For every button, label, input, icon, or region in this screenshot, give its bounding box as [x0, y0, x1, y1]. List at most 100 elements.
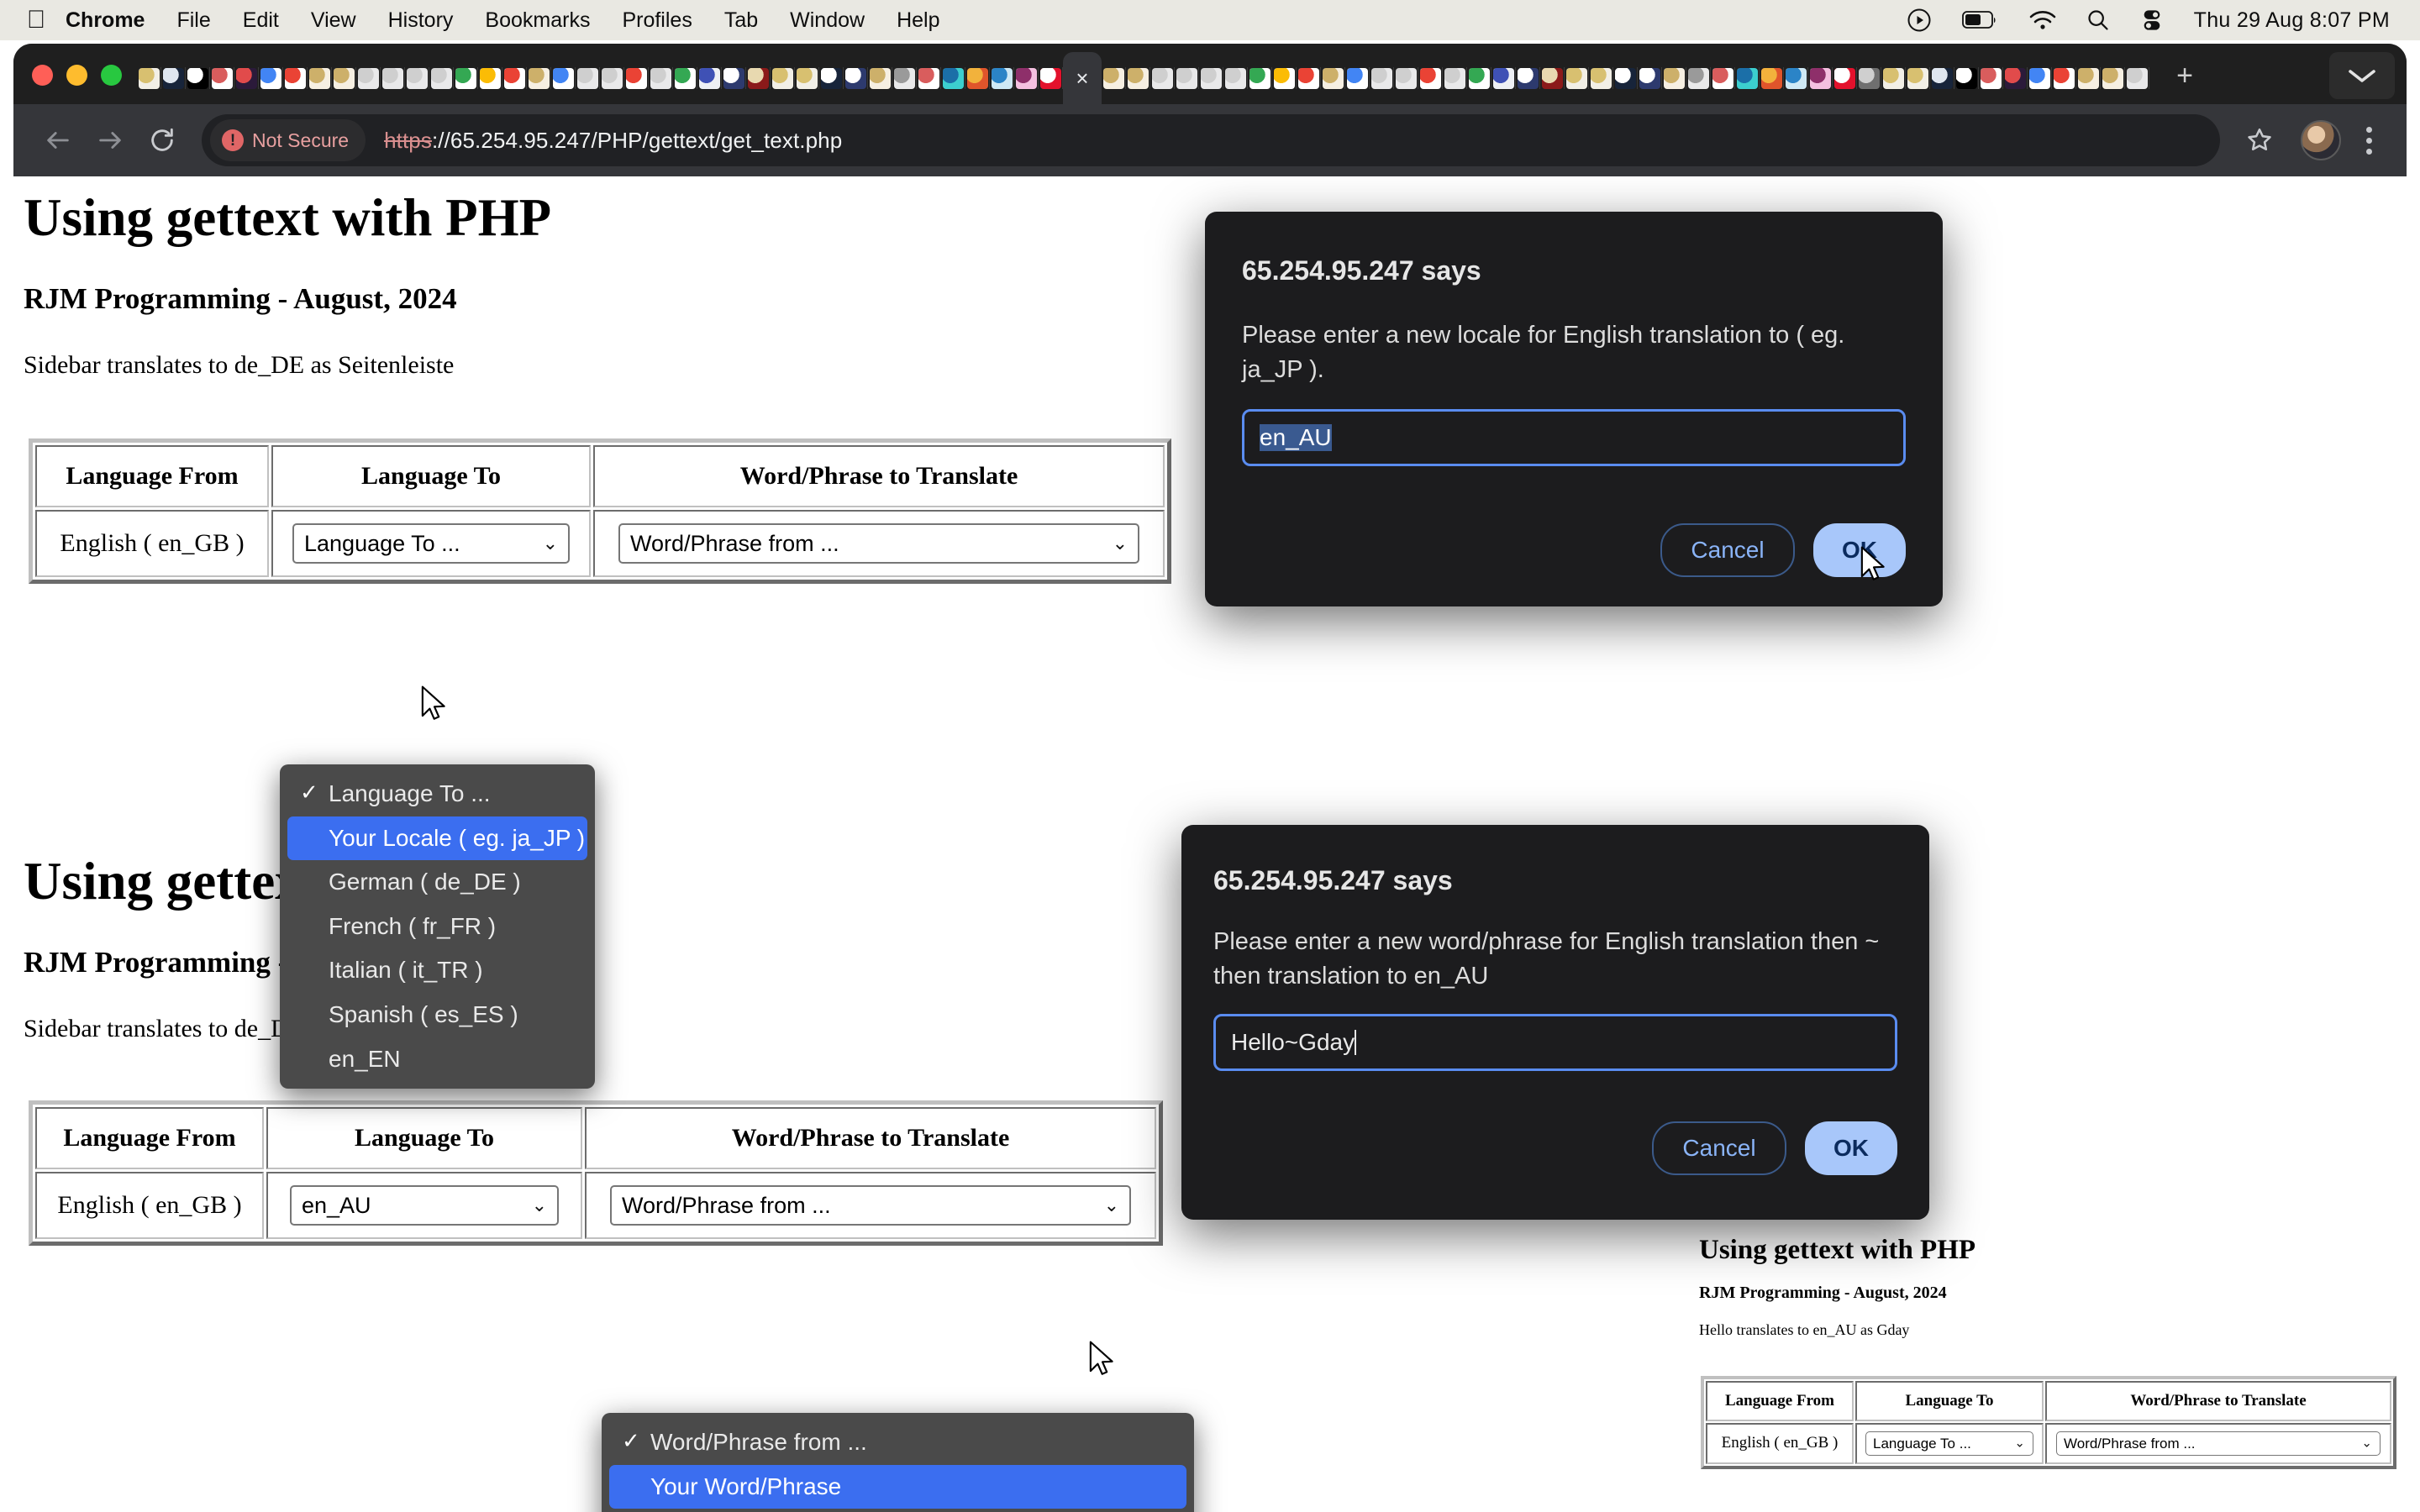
tab[interactable] — [1272, 52, 1297, 104]
new-tab-button[interactable]: + — [2161, 52, 2208, 99]
tab[interactable] — [502, 52, 527, 104]
menu-item-file[interactable]: File — [176, 8, 210, 33]
tab[interactable] — [1540, 52, 1565, 104]
tab[interactable] — [1833, 52, 1857, 104]
tab[interactable] — [2052, 52, 2076, 104]
dropdown-option[interactable]: en_EN — [280, 1037, 595, 1082]
tab[interactable] — [771, 52, 795, 104]
tab[interactable] — [1930, 52, 1954, 104]
avatar[interactable] — [2301, 120, 2341, 160]
tab[interactable] — [283, 52, 308, 104]
tab[interactable] — [356, 52, 381, 104]
tab[interactable] — [1979, 52, 2003, 104]
tab[interactable] — [1297, 52, 1321, 104]
tab[interactable] — [649, 52, 673, 104]
dropdown-option[interactable]: Spanish ( es_ES ) — [280, 993, 595, 1037]
tab[interactable] — [137, 52, 161, 104]
tab[interactable] — [868, 52, 892, 104]
menu-item-profiles[interactable]: Profiles — [622, 8, 692, 33]
tab[interactable] — [624, 52, 649, 104]
reload-icon[interactable] — [136, 114, 188, 166]
tab[interactable] — [795, 52, 819, 104]
tab[interactable] — [2125, 52, 2149, 104]
tab[interactable] — [917, 52, 941, 104]
dropdown-option[interactable]: Word/Phrase from ... — [602, 1420, 1194, 1465]
locale-input[interactable]: en_AU — [1242, 409, 1906, 467]
tab[interactable] — [844, 52, 868, 104]
menu-item-tab[interactable]: Tab — [724, 8, 758, 33]
back-arrow-icon[interactable] — [32, 114, 84, 166]
language-to-select-2[interactable]: en_AU — [290, 1185, 559, 1226]
wifi-icon[interactable] — [2029, 9, 2056, 31]
tab[interactable] — [892, 52, 917, 104]
tab[interactable] — [1491, 52, 1516, 104]
tab[interactable] — [527, 52, 551, 104]
ok-button[interactable]: OK — [1805, 1121, 1897, 1176]
media-play-icon[interactable] — [1907, 8, 1932, 33]
tab[interactable] — [2101, 52, 2125, 104]
tab[interactable] — [1662, 52, 1686, 104]
tab[interactable] — [1418, 52, 1443, 104]
tab[interactable] — [551, 52, 576, 104]
tab[interactable] — [308, 52, 332, 104]
address-bar[interactable]: ! Not Secure https://65.254.95.247/PHP/g… — [202, 114, 2220, 166]
ok-button[interactable]: OK — [1813, 523, 1906, 578]
tab[interactable] — [381, 52, 405, 104]
menu-item-history[interactable]: History — [388, 8, 454, 33]
close-icon[interactable]: × — [1076, 67, 1088, 89]
control-center-icon[interactable] — [2140, 8, 2164, 32]
tab-active-get-text[interactable]: × — [1063, 52, 1102, 104]
word-phrase-select-wrap-1[interactable]: Word/Phrase from ... ⌄ — [618, 523, 1139, 564]
tab[interactable] — [259, 52, 283, 104]
tab[interactable] — [186, 52, 210, 104]
tab[interactable] — [1443, 52, 1467, 104]
apple-logo-icon[interactable]:  — [22, 6, 50, 34]
tab[interactable] — [405, 52, 429, 104]
tab[interactable] — [1467, 52, 1491, 104]
dropdown-option[interactable]: French ( fr_FR ) — [280, 905, 595, 949]
tab[interactable] — [2076, 52, 2101, 104]
tab[interactable] — [1906, 52, 1930, 104]
tab[interactable] — [1248, 52, 1272, 104]
cancel-button[interactable]: Cancel — [1660, 523, 1795, 578]
tab[interactable] — [234, 52, 259, 104]
language-to-select-wrap-1[interactable]: Language To ... ⌄ — [292, 523, 570, 564]
tab[interactable] — [1638, 52, 1662, 104]
tab[interactable] — [1711, 52, 1735, 104]
dropdown-option[interactable]: Italian ( it_TR ) — [280, 948, 595, 993]
forward-arrow-icon[interactable] — [84, 114, 136, 166]
tab[interactable] — [429, 52, 454, 104]
tab[interactable] — [2028, 52, 2052, 104]
tab[interactable] — [1014, 52, 1039, 104]
word-phrase-select-3[interactable]: Word/Phrase from ... — [2056, 1431, 2381, 1456]
word-phrase-input[interactable]: Hello~Gday — [1213, 1014, 1897, 1072]
tab[interactable] — [161, 52, 186, 104]
tab[interactable] — [576, 52, 600, 104]
dropdown-option[interactable]: German ( de_DE ) — [280, 860, 595, 905]
tab[interactable] — [1039, 52, 1063, 104]
tab[interactable] — [1589, 52, 1613, 104]
menu-item-window[interactable]: Window — [790, 8, 865, 33]
tab[interactable] — [600, 52, 624, 104]
word-phrase-select-wrap-3[interactable]: Word/Phrase from ... ⌄ — [2056, 1431, 2381, 1456]
tab[interactable] — [697, 52, 722, 104]
tab[interactable] — [1808, 52, 1833, 104]
tab-search-chevron-down-icon[interactable] — [2329, 52, 2395, 99]
language-to-select-wrap-3[interactable]: Language To ... ⌄ — [1865, 1431, 2033, 1456]
word-phrase-select-wrap-2[interactable]: Word/Phrase from ... ⌄ — [610, 1185, 1131, 1226]
word-phrase-select-2[interactable]: Word/Phrase from ... — [610, 1185, 1131, 1226]
tab[interactable] — [1321, 52, 1345, 104]
menu-item-chrome[interactable]: Chrome — [66, 8, 145, 33]
tab[interactable] — [1735, 52, 1760, 104]
dropdown-language-to[interactable]: Language To ...Your Locale ( eg. ja_JP )… — [280, 764, 595, 1089]
tab[interactable] — [1394, 52, 1418, 104]
menu-item-edit[interactable]: Edit — [243, 8, 279, 33]
three-dot-menu-icon[interactable] — [2349, 114, 2388, 166]
tab[interactable] — [210, 52, 234, 104]
cancel-button[interactable]: Cancel — [1652, 1121, 1786, 1176]
tab[interactable] — [1881, 52, 1906, 104]
dropdown-option[interactable]: Language To ... — [280, 772, 595, 816]
tab[interactable] — [1370, 52, 1394, 104]
tab[interactable] — [746, 52, 771, 104]
tab[interactable] — [1954, 52, 1979, 104]
